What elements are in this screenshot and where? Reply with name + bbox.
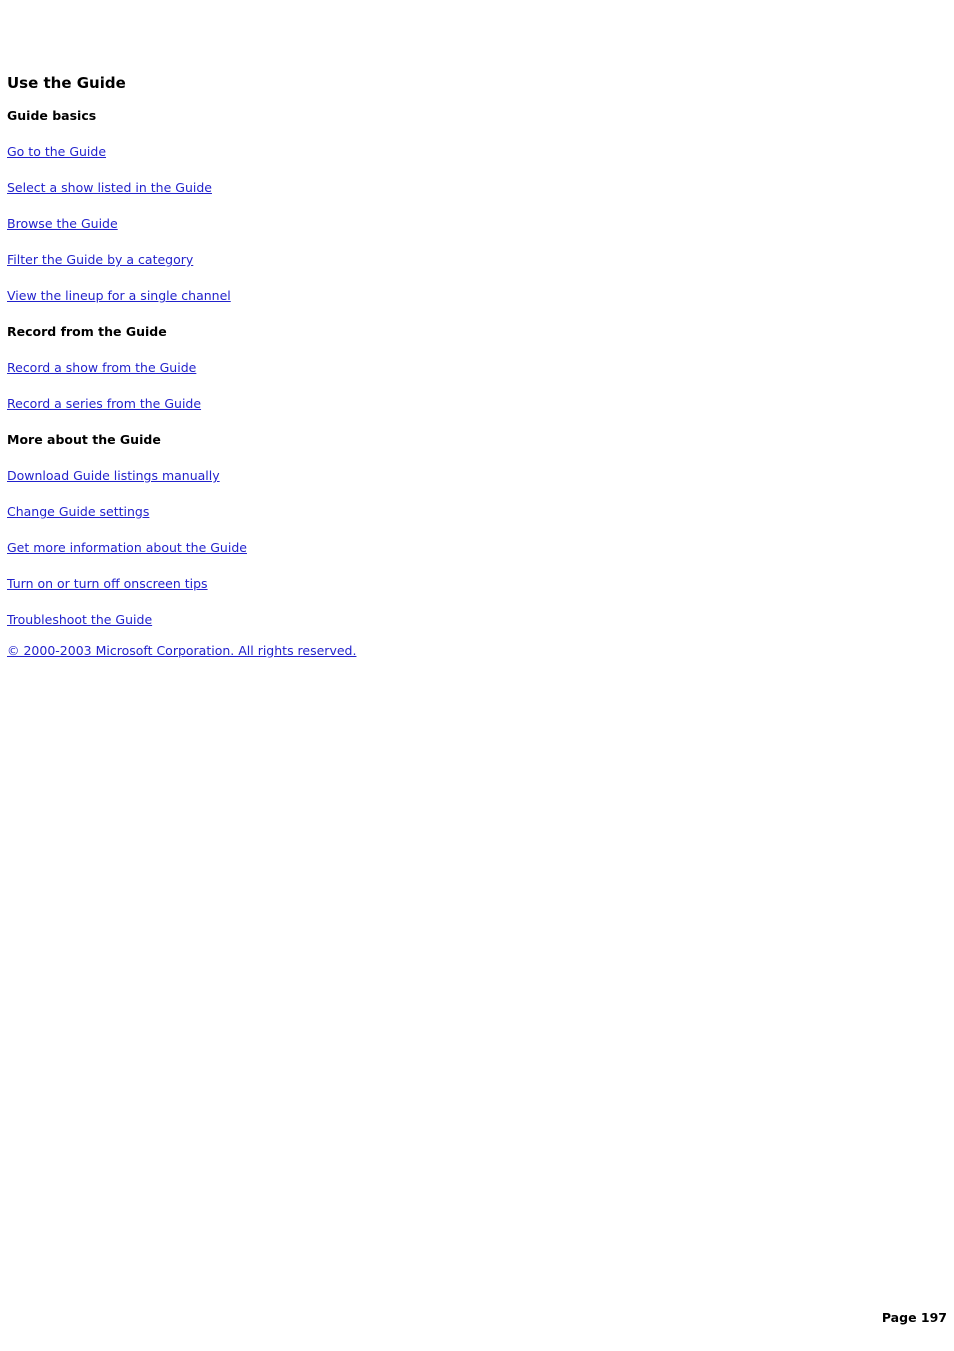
list-item: Filter the Guide by a category xyxy=(7,252,907,268)
link-troubleshoot-the-guide[interactable]: Troubleshoot the Guide xyxy=(7,612,152,627)
link-turn-on-or-turn-off-onscreen-tips[interactable]: Turn on or turn off onscreen tips xyxy=(7,576,208,591)
link-record-a-show-from-the-guide[interactable]: Record a show from the Guide xyxy=(7,360,196,375)
list-item: Browse the Guide xyxy=(7,216,907,232)
list-item: Go to the Guide xyxy=(7,144,907,160)
list-item: Get more information about the Guide xyxy=(7,540,907,556)
document-content: Use the Guide Guide basics Go to the Gui… xyxy=(7,74,907,659)
page-title: Use the Guide xyxy=(7,74,126,92)
link-download-guide-listings-manually[interactable]: Download Guide listings manually xyxy=(7,468,220,483)
section-heading-guide-basics: Guide basics xyxy=(7,108,97,123)
link-record-a-series-from-the-guide[interactable]: Record a series from the Guide xyxy=(7,396,201,411)
link-change-guide-settings[interactable]: Change Guide settings xyxy=(7,504,149,519)
section-heading-more-about-the-guide: More about the Guide xyxy=(7,432,161,447)
link-filter-the-guide-by-a-category[interactable]: Filter the Guide by a category xyxy=(7,252,193,267)
link-get-more-information-about-the-guide[interactable]: Get more information about the Guide xyxy=(7,540,247,555)
list-item: Change Guide settings xyxy=(7,504,907,520)
list-item: Download Guide listings manually xyxy=(7,468,907,484)
copyright-notice: © 2000-2003 Microsoft Corporation. All r… xyxy=(7,643,907,659)
link-browse-the-guide[interactable]: Browse the Guide xyxy=(7,216,118,231)
document-page: Use the Guide Guide basics Go to the Gui… xyxy=(0,0,954,1351)
list-item: Record a show from the Guide xyxy=(7,360,907,376)
list-item: Select a show listed in the Guide xyxy=(7,180,907,196)
section-heading-record-from-the-guide: Record from the Guide xyxy=(7,324,167,339)
link-select-a-show-listed-in-the-guide[interactable]: Select a show listed in the Guide xyxy=(7,180,212,195)
list-item: Troubleshoot the Guide xyxy=(7,612,907,628)
link-view-the-lineup-for-a-single-channel[interactable]: View the lineup for a single channel xyxy=(7,288,231,303)
list-item: Record a series from the Guide xyxy=(7,396,907,412)
list-item: View the lineup for a single channel xyxy=(7,288,907,304)
link-go-to-the-guide[interactable]: Go to the Guide xyxy=(7,144,106,159)
link-copyright-microsoft[interactable]: © 2000-2003 Microsoft Corporation. All r… xyxy=(7,643,356,658)
page-number-footer: Page 197 xyxy=(881,1310,947,1325)
list-item: Turn on or turn off onscreen tips xyxy=(7,576,907,592)
